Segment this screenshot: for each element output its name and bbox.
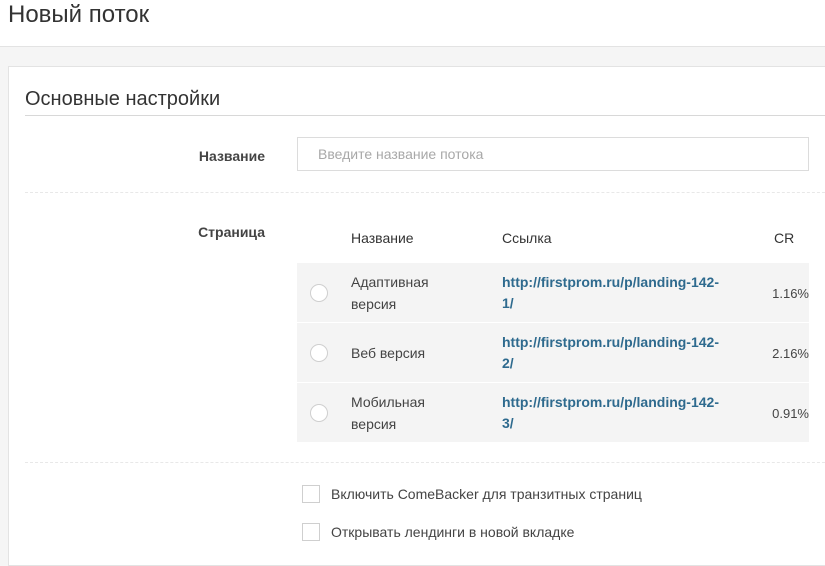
page-cr: 0.91% [772, 405, 809, 421]
stream-name-input[interactable] [297, 137, 809, 171]
section-title: Основные настройки [25, 88, 221, 110]
table-row[interactable]: Веб версия http://firstprom.ru/p/landing… [297, 323, 809, 383]
page-link[interactable]: http://firstprom.ru/p/landing-142-2/ [502, 323, 727, 383]
new-tab-label: Открывать лендинги в новой вкладке [331, 524, 575, 540]
comebacker-checkbox[interactable] [302, 485, 320, 503]
new-tab-option[interactable]: Открывать лендинги в новой вкладке [302, 523, 574, 541]
column-header-cr: CR [774, 230, 795, 246]
divider [25, 192, 825, 193]
page-label: Страница [198, 224, 265, 240]
comebacker-option[interactable]: Включить ComeBacker для транзитных стран… [302, 485, 642, 503]
name-label: Название [198, 148, 265, 164]
page-header: Новый поток [0, 0, 825, 47]
divider [25, 462, 825, 463]
settings-panel: Основные настройки Название Страница Наз… [8, 66, 825, 566]
page-cr: 1.16% [772, 285, 809, 301]
page-radio[interactable] [310, 284, 328, 302]
page-cr: 2.16% [772, 345, 809, 361]
column-header-link: Ссылка [502, 230, 552, 246]
comebacker-label: Включить ComeBacker для транзитных стран… [331, 486, 642, 502]
new-tab-checkbox[interactable] [302, 523, 320, 541]
page-name: Мобильная версия [351, 394, 426, 432]
table-row[interactable]: Адаптивная версия http://firstprom.ru/p/… [297, 263, 809, 323]
page-radio[interactable] [310, 344, 328, 362]
page-name: Веб версия [351, 345, 426, 361]
section-divider [25, 115, 825, 116]
page-link[interactable]: http://firstprom.ru/p/landing-142-1/ [502, 263, 727, 323]
page-title: Новый поток [8, 1, 150, 28]
page-radio[interactable] [310, 404, 328, 422]
column-header-name: Название [351, 230, 414, 246]
page-name: Адаптивная версия [351, 274, 429, 312]
table-row[interactable]: Мобильная версия http://firstprom.ru/p/l… [297, 383, 809, 443]
page-link[interactable]: http://firstprom.ru/p/landing-142-3/ [502, 383, 727, 443]
